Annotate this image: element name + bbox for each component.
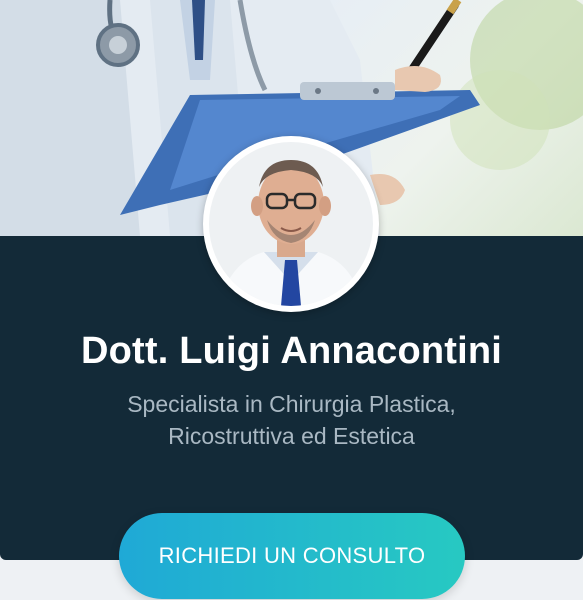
request-consultation-button[interactable]: RICHIEDI UN CONSULTO: [119, 513, 465, 599]
doctor-profile-card: Dott. Luigi Annacontini Specialista in C…: [0, 0, 583, 560]
doctor-specialty: Specialista in Chirurgia Plastica, Ricos…: [60, 388, 523, 452]
specialty-line-2: Ricostruttiva ed Estetica: [168, 423, 415, 449]
doctor-name: Dott. Luigi Annacontini: [80, 330, 503, 372]
specialty-line-1: Specialista in Chirurgia Plastica,: [127, 391, 456, 417]
doctor-portrait-image: [209, 142, 373, 306]
avatar: [203, 136, 379, 312]
